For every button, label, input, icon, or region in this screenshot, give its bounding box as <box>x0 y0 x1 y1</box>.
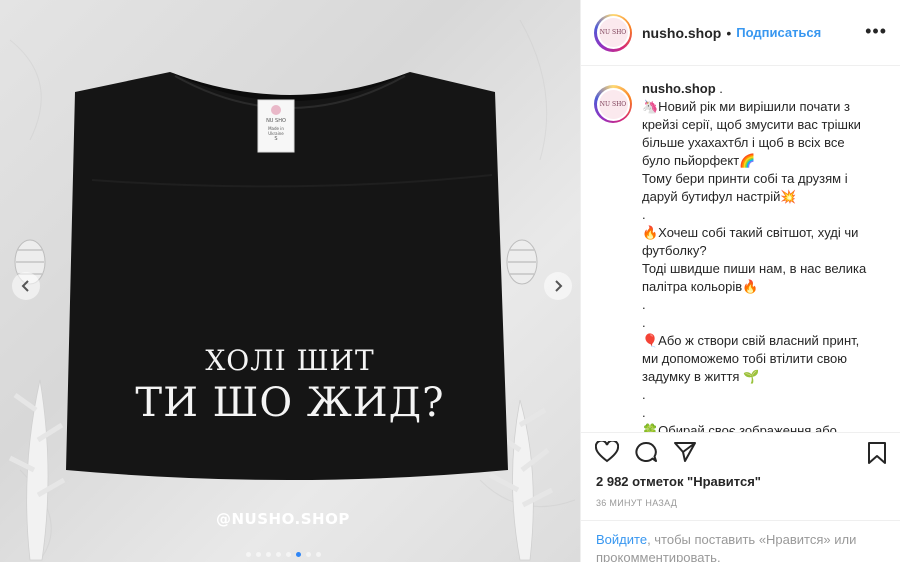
caption-suffix: . <box>715 81 723 96</box>
login-link[interactable]: Войдите <box>596 532 647 547</box>
heart-icon[interactable] <box>595 441 619 463</box>
caption-line: Тому бери принти собі та друзям і <box>642 171 848 186</box>
watermark: @NUSHO.SHOP <box>216 510 350 528</box>
comment-icon[interactable] <box>634 441 658 463</box>
header-username[interactable]: nusho.shop <box>642 25 721 41</box>
prev-photo-button[interactable] <box>12 272 40 300</box>
caption-line: було пьйорфект🌈 <box>642 153 756 168</box>
pinecone-right-decoration <box>506 239 538 285</box>
carousel-dot <box>276 552 281 557</box>
label-brand: NU SHO <box>266 118 286 124</box>
chevron-left-icon <box>21 280 29 292</box>
caption-text: nusho.shop . 🦄Новий рік ми вирішили поча… <box>642 80 892 432</box>
login-prompt: Войдите, чтобы поставить «Нравится» или … <box>581 520 900 562</box>
more-options-button[interactable]: ••• <box>865 22 887 40</box>
chevron-right-icon <box>555 280 563 292</box>
shirt-print-line2: ТИ ШО ЖИД? <box>135 380 445 426</box>
carousel-dot <box>266 552 271 557</box>
label-size: S <box>274 136 278 142</box>
caption-line: задумку в життя 🌱 <box>642 369 760 384</box>
action-bar <box>581 432 900 470</box>
caption-avatar-text: NU SHO <box>598 89 628 119</box>
caption-line: . <box>642 387 646 402</box>
caption-line: 🦄Новий рік ми вирішили почати з <box>642 99 850 114</box>
post-photo[interactable]: NU SHO Made in Ukraine S ХОЛІ ШИТ ТИ ШО … <box>0 0 580 562</box>
post-panel: NU SHO nusho.shop • Подписаться ••• NU S… <box>580 0 900 562</box>
post-timestamp[interactable]: 36 МИНУТ НАЗАД <box>596 498 677 508</box>
caption-line: ми допоможемо тобі втілити свою <box>642 351 847 366</box>
caption-line: палітра кольорів🔥 <box>642 279 759 294</box>
bookmark-icon[interactable] <box>867 441 887 465</box>
caption-line: даруй бутифул настрій💥 <box>642 189 797 204</box>
caption-line: 🍀Обирай своє зображення або <box>642 423 837 432</box>
caption-lines: 🦄Новий рік ми вирішили почати з крейзі се… <box>642 98 892 432</box>
caption-line: . <box>642 207 646 222</box>
share-icon[interactable] <box>673 441 697 463</box>
avatar-text: NU SHO <box>598 18 628 47</box>
carousel-dot-active <box>296 552 301 557</box>
label-sub: Made in Ukraine <box>268 126 284 136</box>
caption-line: 🔥Хочеш собі такий світшот, худі чи <box>642 225 859 240</box>
caption-line: Тоді швидше пиши нам, в нас велика <box>642 261 867 276</box>
carousel-dot <box>286 552 291 557</box>
caption-line: 🎈Або ж створи свій власний принт, <box>642 333 860 348</box>
caption-line: більше ухахахтбл і щоб в всіх все <box>642 135 845 150</box>
caption-avatar[interactable]: NU SHO <box>594 85 632 123</box>
carousel-dot <box>246 552 251 557</box>
carousel-dot <box>256 552 261 557</box>
likes-count[interactable]: 2 982 отметок "Нравится" <box>596 474 761 489</box>
caption-username[interactable]: nusho.shop <box>642 81 716 96</box>
carousel-dot <box>316 552 321 557</box>
caption-line: . <box>642 405 646 420</box>
caption-line: . <box>642 297 646 312</box>
carousel-dots <box>246 552 321 557</box>
post-header: NU SHO nusho.shop • Подписаться ••• <box>581 0 900 66</box>
caption-line: . <box>642 315 646 330</box>
shirt-print-line1: ХОЛІ ШИТ <box>205 344 375 377</box>
next-photo-button[interactable] <box>544 272 572 300</box>
follow-button[interactable]: Подписаться <box>736 25 821 40</box>
photo-illustration <box>8 19 576 561</box>
avatar[interactable]: NU SHO <box>594 13 632 52</box>
caption-line: футболку? <box>642 243 707 258</box>
header-separator: • <box>726 24 732 41</box>
carousel-dot <box>306 552 311 557</box>
caption-line: крейзі серії, щоб змусити вас трішки <box>642 117 861 132</box>
caption-area[interactable]: NU SHO nusho.shop . 🦄Новий рік ми виріши… <box>581 80 900 432</box>
